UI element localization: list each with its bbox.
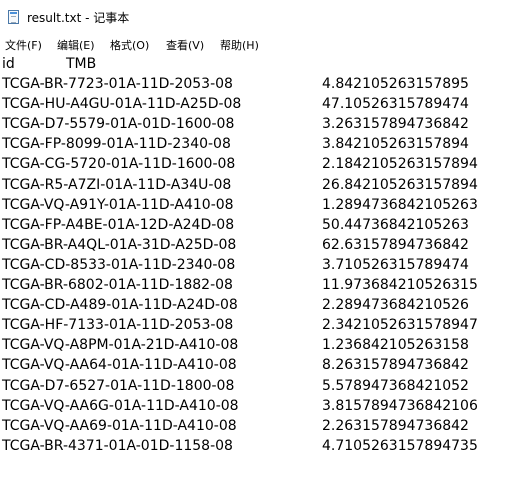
tmb-value: 3.263157894736842 xyxy=(322,116,469,132)
tmb-value: 5.578947368421052 xyxy=(322,378,469,394)
title-bar[interactable]: result.txt - 记事本 xyxy=(0,0,529,34)
menu-view[interactable]: 查看(V) xyxy=(166,37,204,53)
tmb-value: 1.2894736842105263 xyxy=(322,197,478,213)
tmb-value: 4.842105263157895 xyxy=(322,76,469,92)
sample-id: TCGA-CD-A489-01A-11D-A24D-08 xyxy=(2,297,238,313)
notepad-icon xyxy=(8,10,19,24)
tmb-value: 3.8157894736842106 xyxy=(322,398,478,414)
menu-format[interactable]: 格式(O) xyxy=(110,37,149,53)
text-editor-area[interactable]: id TMB TCGA-BR-7723-01A-11D-2053-08 4.842… xyxy=(0,54,529,477)
sample-id: TCGA-VQ-AA64-01A-11D-A410-08 xyxy=(2,357,237,373)
sample-id: TCGA-HF-7133-01A-11D-2053-08 xyxy=(2,317,234,333)
tmb-value: 26.842105263157894 xyxy=(322,177,478,193)
sample-id: TCGA-BR-A4QL-01A-31D-A25D-08 xyxy=(2,237,237,253)
tmb-value: 11.973684210526315 xyxy=(322,277,478,293)
sample-id: TCGA-VQ-AA69-01A-11D-A410-08 xyxy=(2,418,237,434)
sample-id: TCGA-VQ-A91Y-01A-11D-A410-08 xyxy=(2,197,234,213)
tmb-value: 3.710526315789474 xyxy=(322,257,469,273)
sample-id: TCGA-FP-8099-01A-11D-2340-08 xyxy=(2,136,231,152)
tmb-value: 8.263157894736842 xyxy=(322,357,469,373)
tmb-value: 1.236842105263158 xyxy=(322,337,469,353)
tmb-value: 3.842105263157894 xyxy=(322,136,469,152)
menu-help[interactable]: 帮助(H) xyxy=(220,37,259,53)
tmb-value: 2.3421052631578947 xyxy=(322,317,478,333)
sample-id: TCGA-D7-5579-01A-01D-1600-08 xyxy=(2,116,235,132)
tmb-value: 47.10526315789474 xyxy=(322,96,469,112)
sample-id: TCGA-FP-A4BE-01A-12D-A24D-08 xyxy=(2,217,235,233)
sample-id: TCGA-D7-6527-01A-11D-1800-08 xyxy=(2,378,235,394)
sample-id: TCGA-BR-7723-01A-11D-2053-08 xyxy=(2,76,233,92)
window-title: result.txt - 记事本 xyxy=(27,11,130,25)
sample-id: TCGA-CG-5720-01A-11D-1600-08 xyxy=(2,156,236,172)
sample-id: TCGA-VQ-A8PM-01A-21D-A410-08 xyxy=(2,337,239,353)
menu-edit[interactable]: 编辑(E) xyxy=(57,37,95,53)
tmb-value: 4.7105263157894735 xyxy=(322,438,478,454)
header-tmb: TMB xyxy=(66,56,97,72)
tmb-value: 2.289473684210526 xyxy=(322,297,469,313)
sample-id: TCGA-CD-8533-01A-11D-2340-08 xyxy=(2,257,236,273)
tmb-value: 2.263157894736842 xyxy=(322,418,469,434)
sample-id: TCGA-BR-4371-01A-01D-1158-08 xyxy=(2,438,233,454)
sample-id: TCGA-VQ-AA6G-01A-11D-A410-08 xyxy=(2,398,239,414)
tmb-value: 2.1842105263157894 xyxy=(322,156,478,172)
header-id: id xyxy=(2,56,15,72)
sample-id: TCGA-HU-A4GU-01A-11D-A25D-08 xyxy=(2,96,242,112)
sample-id: TCGA-R5-A7ZI-01A-11D-A34U-08 xyxy=(2,177,232,193)
menu-file[interactable]: 文件(F) xyxy=(5,37,42,53)
tmb-value: 62.63157894736842 xyxy=(322,237,469,253)
sample-id: TCGA-BR-6802-01A-11D-1882-08 xyxy=(2,277,233,293)
tmb-value: 50.44736842105263 xyxy=(322,217,469,233)
menu-bar: 文件(F) 编辑(E) 格式(O) 查看(V) 帮助(H) xyxy=(0,34,529,54)
